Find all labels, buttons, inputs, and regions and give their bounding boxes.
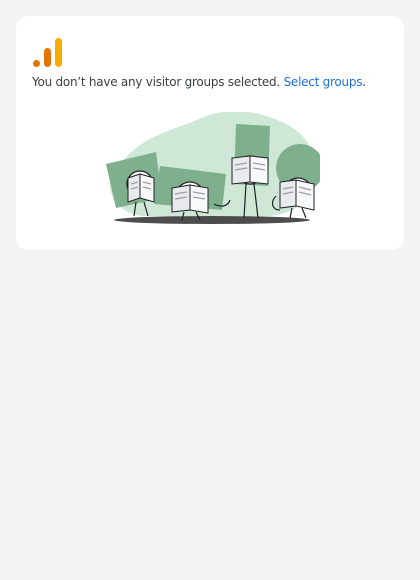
ground-shadow: [114, 216, 310, 224]
select-groups-link[interactable]: Select groups: [284, 75, 363, 89]
message-text: You don’t have any visitor groups select…: [32, 75, 280, 89]
message-suffix: .: [362, 75, 366, 89]
empty-state-message: You don’t have any visitor groups select…: [32, 74, 366, 90]
analytics-bars-icon: [33, 38, 62, 67]
empty-state-card: You don’t have any visitor groups select…: [16, 16, 404, 250]
people-reading-newspapers-illustration: [106, 112, 320, 224]
